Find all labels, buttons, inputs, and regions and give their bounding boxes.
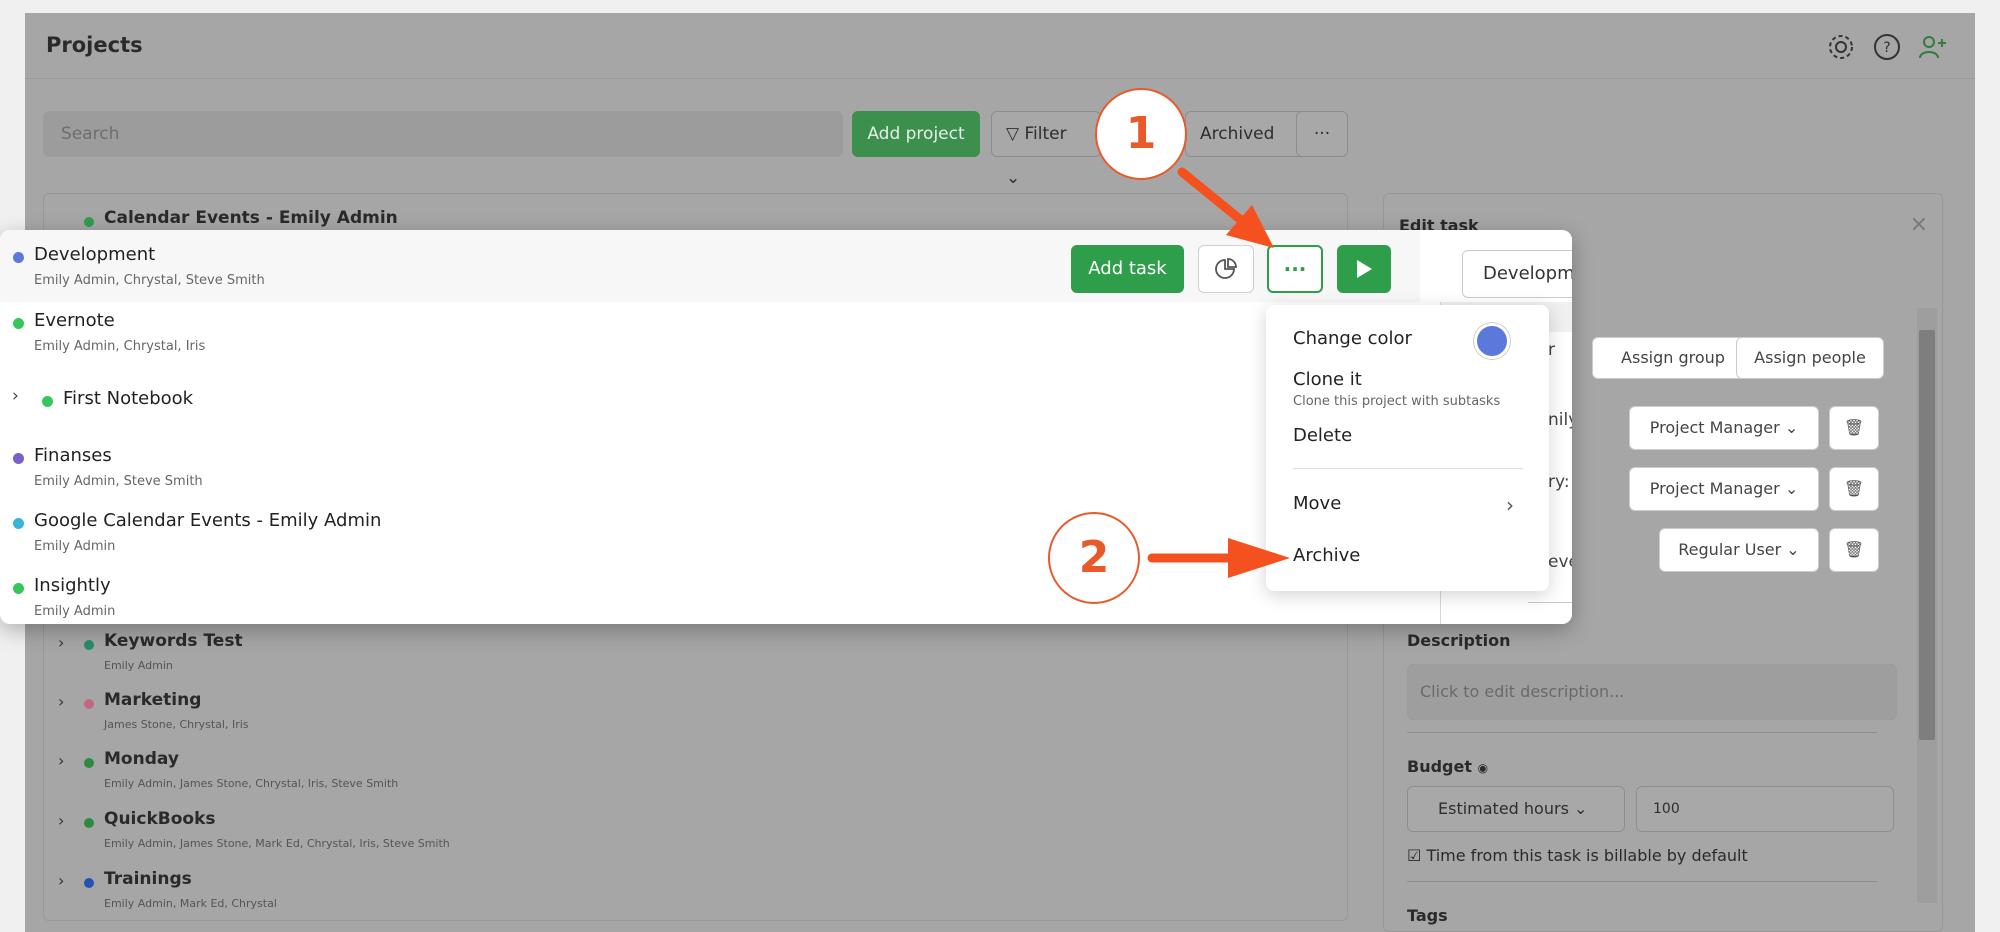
project-color-dot bbox=[13, 518, 24, 529]
description-label: Description bbox=[1407, 631, 1511, 650]
help-icon[interactable]: ? bbox=[1871, 31, 1903, 63]
role-select[interactable]: Regular User ⌄ bbox=[1659, 528, 1819, 572]
assign-label-fragment: r bbox=[1548, 340, 1555, 360]
project-members: Emily Admin, Mark Ed, Chrystal bbox=[104, 897, 277, 910]
trash-icon: 🗑 bbox=[1843, 540, 1865, 559]
project-members: Emily Admin, James Stone, Mark Ed, Chrys… bbox=[104, 837, 450, 850]
clone-description: Clone this project with subtasks bbox=[1293, 394, 1501, 409]
menu-item-change-color[interactable]: Change color bbox=[1293, 328, 1412, 349]
project-color-dot bbox=[13, 583, 24, 594]
add-user-icon[interactable] bbox=[1917, 31, 1949, 63]
project-color-dot bbox=[42, 396, 53, 407]
task-name-input[interactable]: Developm bbox=[1462, 250, 1572, 298]
project-color-dot bbox=[13, 453, 24, 464]
project-color-dot bbox=[84, 699, 94, 709]
divider bbox=[1407, 732, 1877, 733]
close-icon[interactable]: × bbox=[1910, 212, 1928, 237]
assign-people-button[interactable]: Assign people bbox=[1736, 337, 1884, 379]
budget-type-select[interactable]: Estimated hours ⌄ bbox=[1407, 786, 1625, 832]
expand-chevron-icon[interactable]: › bbox=[58, 633, 64, 652]
project-color-dot bbox=[84, 758, 94, 768]
person-name-fragment: nily bbox=[1548, 410, 1572, 430]
menu-item-delete[interactable]: Delete bbox=[1293, 425, 1352, 446]
start-timer-button[interactable] bbox=[1337, 245, 1391, 293]
project-members: Emily Admin bbox=[34, 604, 116, 619]
expand-chevron-icon[interactable]: › bbox=[58, 692, 64, 711]
project-color-dot bbox=[84, 878, 94, 888]
project-color-dot bbox=[84, 640, 94, 650]
project-name: Development bbox=[34, 244, 156, 265]
checkbox-checked-icon: ☑ bbox=[1407, 846, 1422, 865]
project-name: QuickBooks bbox=[104, 809, 216, 829]
expand-chevron-icon[interactable]: › bbox=[58, 871, 64, 890]
project-members: Emily Admin, Chrystal, Iris bbox=[34, 339, 206, 354]
divider bbox=[1528, 602, 1572, 603]
toolbar-more-button[interactable]: ··· bbox=[1296, 111, 1348, 157]
delete-person-button[interactable]: 🗑 bbox=[1829, 467, 1879, 511]
expand-chevron-icon[interactable]: › bbox=[58, 811, 64, 830]
project-name: Evernote bbox=[34, 310, 115, 331]
project-members: James Stone, Chrystal, Iris bbox=[104, 718, 249, 731]
project-name: Calendar Events - Emily Admin bbox=[104, 208, 398, 228]
archived-button[interactable]: Archived bbox=[1185, 111, 1305, 157]
page-title: Projects bbox=[46, 33, 143, 57]
assign-group-button[interactable]: Assign group bbox=[1592, 337, 1754, 379]
menu-divider bbox=[1293, 468, 1523, 469]
project-name: Marketing bbox=[104, 690, 202, 710]
app-header: Projects ? bbox=[25, 13, 1975, 79]
project-members: Emily Admin bbox=[104, 659, 173, 672]
project-name: Trainings bbox=[104, 869, 192, 889]
expand-chevron-icon[interactable]: › bbox=[12, 386, 19, 406]
report-chart-button[interactable] bbox=[1198, 245, 1254, 293]
delete-person-button[interactable]: 🗑 bbox=[1829, 406, 1879, 450]
billable-checkbox[interactable]: ☑ Time from this task is billable by def… bbox=[1407, 846, 1748, 865]
project-members: Emily Admin bbox=[34, 539, 116, 554]
project-name: First Notebook bbox=[63, 388, 194, 409]
chevron-right-icon: › bbox=[1506, 493, 1514, 517]
trash-icon: 🗑 bbox=[1843, 479, 1865, 498]
scrollbar-thumb[interactable] bbox=[1919, 330, 1935, 740]
project-color-dot bbox=[13, 252, 24, 263]
menu-item-archive[interactable]: Archive bbox=[1293, 545, 1360, 566]
divider bbox=[1407, 881, 1877, 882]
filter-button[interactable]: ▽ Filter ⌄ bbox=[991, 111, 1101, 188]
project-more-button[interactable]: ··· bbox=[1267, 245, 1323, 293]
person-name-fragment: ry: bbox=[1548, 472, 1570, 492]
project-name: Keywords Test bbox=[104, 631, 243, 651]
color-swatch[interactable] bbox=[1474, 323, 1510, 359]
expand-chevron-icon[interactable]: › bbox=[58, 751, 64, 770]
role-select[interactable]: Project Manager ⌄ bbox=[1629, 467, 1819, 511]
menu-item-clone[interactable]: Clone it bbox=[1293, 369, 1362, 390]
tags-label: Tags bbox=[1407, 906, 1448, 925]
search-input[interactable]: Search bbox=[43, 111, 843, 157]
project-color-dot bbox=[13, 318, 24, 329]
project-members: Emily Admin, Steve Smith bbox=[34, 474, 203, 489]
person-name-fragment: eve bbox=[1548, 552, 1572, 572]
role-select[interactable]: Project Manager ⌄ bbox=[1629, 406, 1819, 450]
project-name: Insightly bbox=[34, 575, 111, 596]
budget-label: Budget ◉ bbox=[1407, 757, 1489, 776]
delete-person-button[interactable]: 🗑 bbox=[1829, 528, 1879, 572]
project-members: Emily Admin, Chrystal, Steve Smith bbox=[34, 273, 265, 288]
play-icon bbox=[1357, 260, 1372, 278]
step-2-callout: 2 bbox=[1048, 512, 1140, 604]
project-name: Google Calendar Events - Emily Admin bbox=[34, 510, 382, 531]
step-1-callout: 1 bbox=[1095, 88, 1187, 180]
filter-icon: ▽ bbox=[1006, 124, 1020, 144]
add-task-button[interactable]: Add task bbox=[1071, 245, 1184, 293]
pie-chart-icon bbox=[1215, 258, 1237, 279]
budget-value-input[interactable]: 100 bbox=[1636, 786, 1894, 832]
project-color-dot bbox=[84, 217, 94, 227]
svg-text:?: ? bbox=[1883, 40, 1890, 56]
project-color-dot bbox=[84, 818, 94, 828]
menu-item-move[interactable]: Move bbox=[1293, 493, 1341, 514]
description-field[interactable]: Click to edit description... bbox=[1407, 664, 1897, 720]
add-project-button[interactable]: Add project bbox=[852, 111, 980, 157]
project-name: Finanses bbox=[34, 445, 112, 466]
project-actions-menu: Change color Clone it Clone this project… bbox=[1266, 305, 1549, 591]
settings-icon[interactable] bbox=[1825, 31, 1857, 63]
trash-icon: 🗑 bbox=[1843, 418, 1865, 437]
project-name: Monday bbox=[104, 749, 179, 769]
project-members: Emily Admin, James Stone, Chrystal, Iris… bbox=[104, 777, 399, 790]
